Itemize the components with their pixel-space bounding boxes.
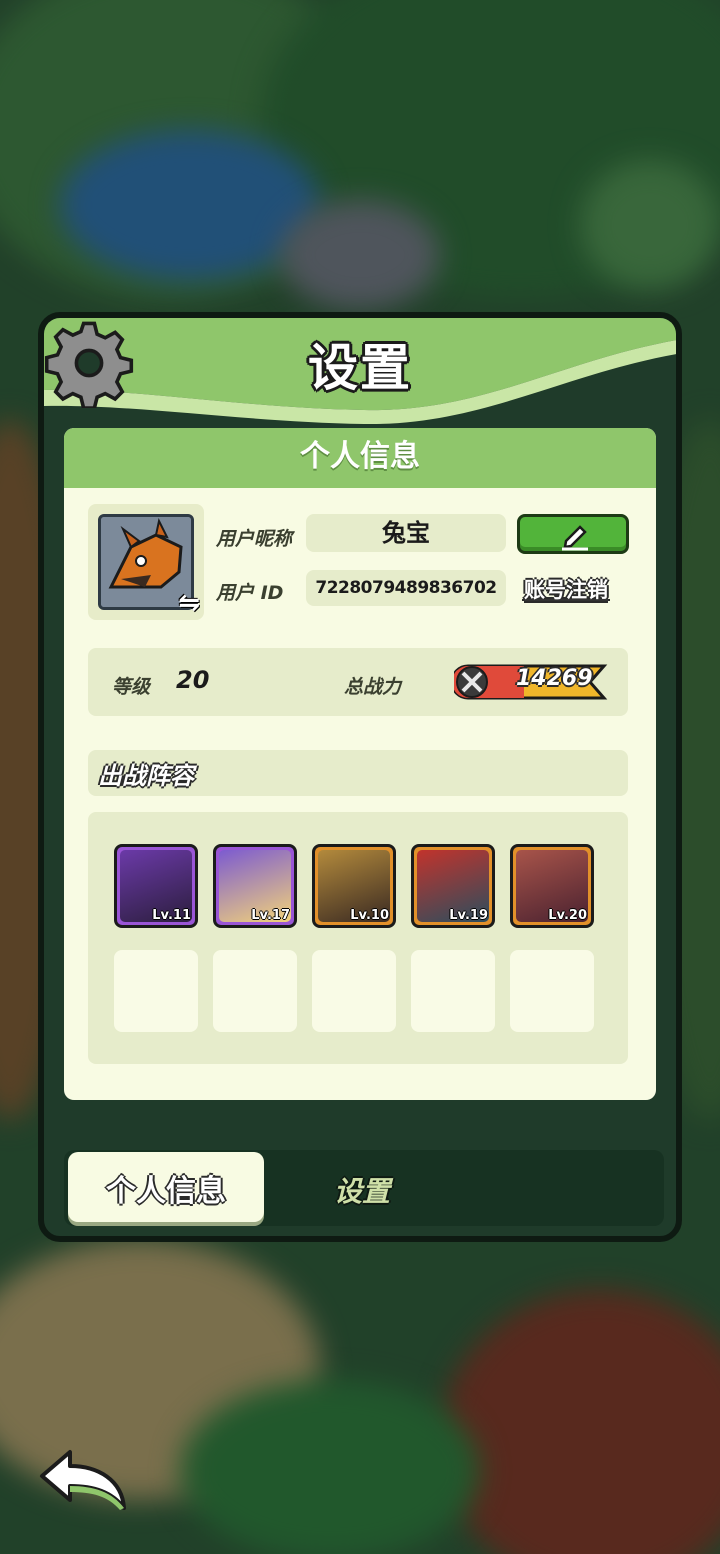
account-deregister-link[interactable]: 账号注销 (524, 574, 608, 604)
hero-slot[interactable]: Lv.17 (213, 844, 297, 928)
power-value: 14269 (516, 666, 593, 691)
empty-slot[interactable] (510, 950, 594, 1032)
empty-slot[interactable] (114, 950, 198, 1032)
edit-nickname-button[interactable] (517, 514, 629, 554)
level-label: 等级 (112, 676, 151, 698)
empty-slot[interactable] (213, 950, 297, 1032)
settings-dialog: 设置 个人信息 ⇋ 用户昵称 兔宝 用户 ID 7228079489836702… (38, 312, 682, 1242)
empty-slot[interactable] (312, 950, 396, 1032)
hero-level: Lv.17 (251, 908, 290, 923)
hero-slot[interactable]: Lv.19 (411, 844, 495, 928)
hero-slot[interactable]: Lv.20 (510, 844, 594, 928)
avatar-frame[interactable]: ⇋ (88, 504, 204, 620)
user-id-value: 7228079489836702 (306, 570, 506, 606)
hero-level: Lv.10 (350, 908, 389, 923)
tab-settings[interactable]: 设置 (334, 1170, 390, 1210)
hero-slot[interactable]: Lv.10 (312, 844, 396, 928)
power-label: 总战力 (344, 676, 402, 698)
nickname-value: 兔宝 (306, 514, 506, 552)
hero-level: Lv.19 (449, 908, 488, 923)
back-arrow-icon[interactable] (36, 1446, 132, 1516)
user-id-label: 用户 ID (216, 582, 284, 604)
lineup-title: 出战阵容 (98, 762, 194, 790)
swap-arrows-icon[interactable]: ⇋ (178, 588, 200, 618)
card-title: 个人信息 (64, 428, 656, 488)
tab-bar: 个人信息 设置 (64, 1150, 664, 1226)
personal-info-card: 个人信息 ⇋ 用户昵称 兔宝 用户 ID 7228079489836702 账号… (64, 428, 656, 1100)
stats-bar: 等级 20 总战力 14269 (88, 648, 628, 716)
empty-slot[interactable] (411, 950, 495, 1032)
dialog-header: 设置 (44, 318, 676, 428)
lineup-area: Lv.11 Lv.17 Lv.10 Lv.19 Lv.20 (88, 812, 628, 1064)
pencil-icon (562, 525, 588, 551)
hero-level: Lv.20 (548, 908, 587, 923)
hero-slot[interactable]: Lv.11 (114, 844, 198, 928)
dialog-title: 设置 (308, 339, 412, 397)
level-value: 20 (176, 666, 210, 694)
hero-level: Lv.11 (152, 908, 191, 923)
tab-personal-info[interactable]: 个人信息 (68, 1152, 264, 1222)
nickname-label: 用户昵称 (216, 528, 293, 550)
lineup-header: 出战阵容 (88, 750, 628, 796)
tab-personal-info-label: 个人信息 (106, 1174, 226, 1209)
